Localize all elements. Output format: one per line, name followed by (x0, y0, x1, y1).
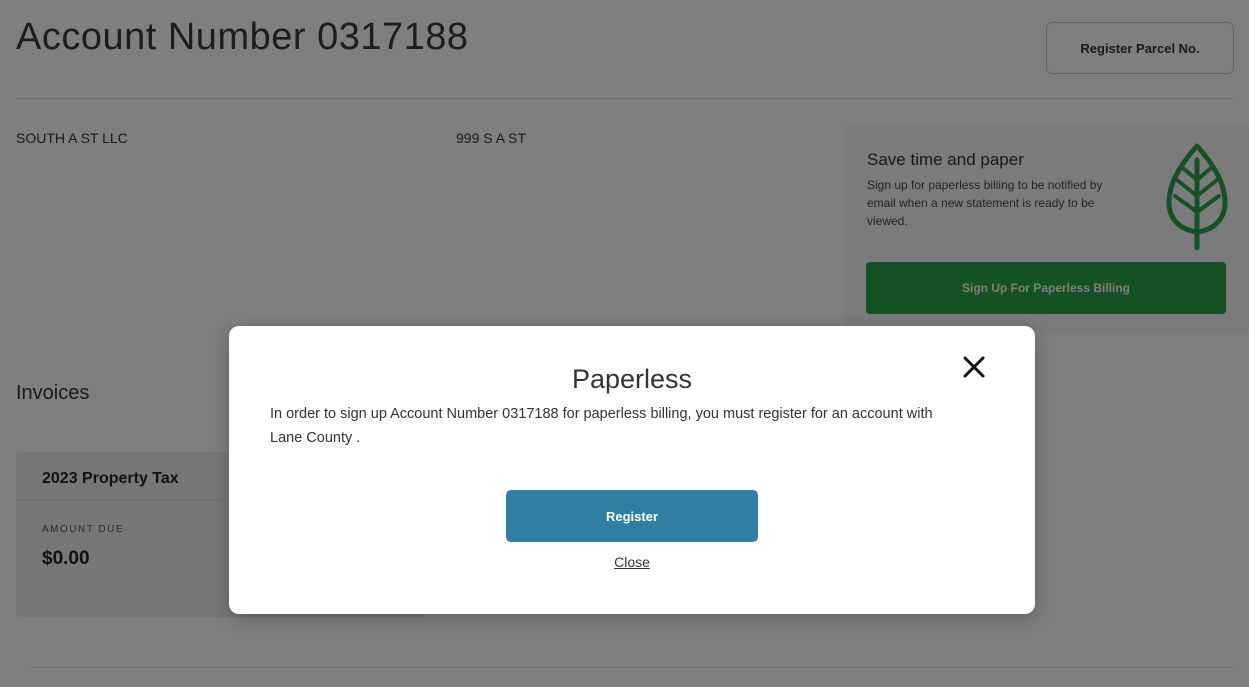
paperless-modal: Paperless In order to sign up Account Nu… (229, 326, 1035, 614)
close-link[interactable]: Close (229, 554, 1035, 570)
close-icon[interactable] (957, 350, 995, 388)
modal-title: Paperless (571, 364, 693, 394)
register-button[interactable]: Register (506, 490, 758, 542)
modal-message: In order to sign up Account Number 03171… (270, 406, 933, 446)
